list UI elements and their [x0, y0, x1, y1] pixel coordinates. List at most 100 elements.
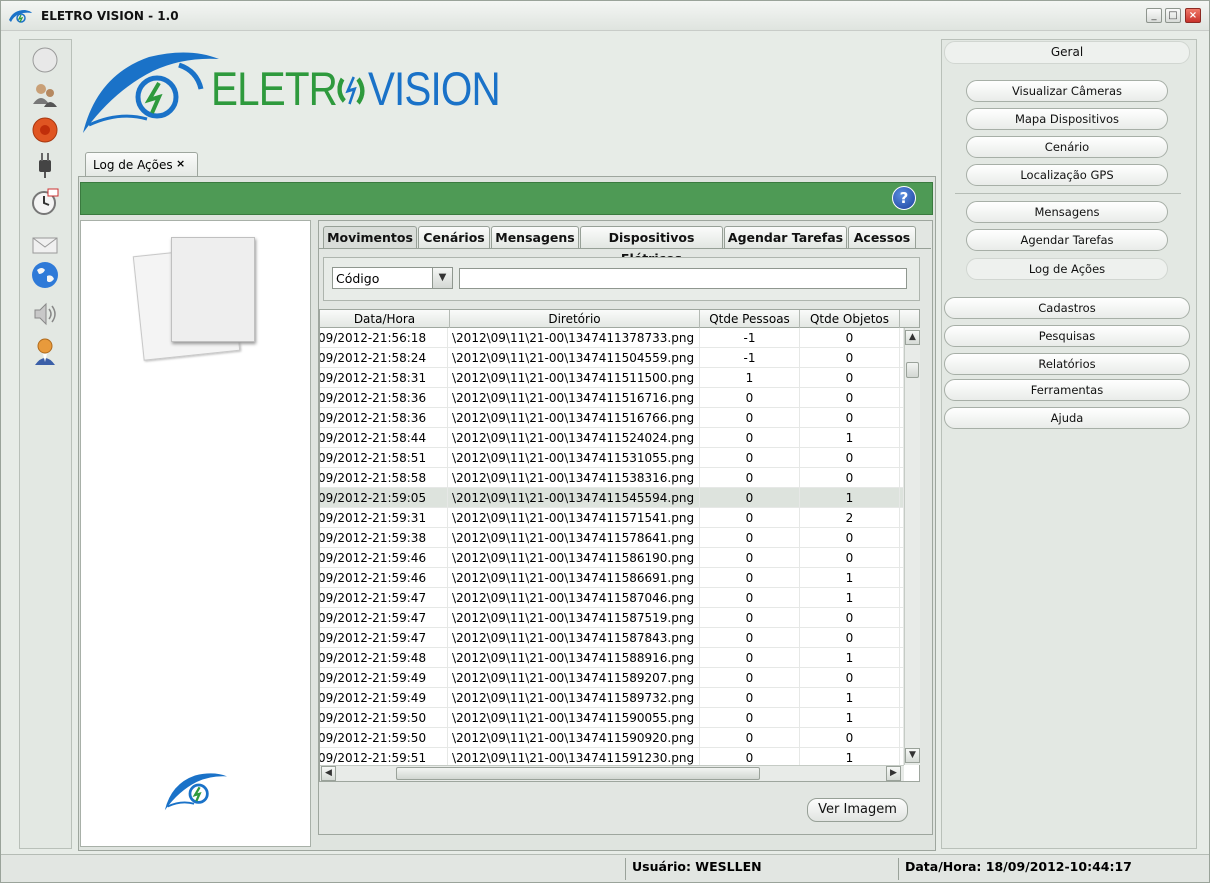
column-header-qtde-pessoas[interactable]: Qtde Pessoas — [700, 310, 800, 328]
table-row[interactable]: 09/2012-21:58:36 \2012\09\11\21-00\134741… — [320, 408, 904, 428]
horizontal-scroll-thumb[interactable] — [396, 767, 760, 780]
cell-datahora: 09/2012-21:58:36 — [320, 408, 448, 428]
cell-datahora: 09/2012-21:58:51 — [320, 448, 448, 468]
close-tab-icon[interactable]: × — [176, 157, 185, 170]
cell-datahora: 09/2012-21:59:49 — [320, 668, 448, 688]
table-row[interactable]: 09/2012-21:59:48 \2012\09\11\21-00\134741… — [320, 648, 904, 668]
nav-section-cadastros[interactable]: Cadastros — [944, 297, 1190, 319]
cell-datahora: 09/2012-21:59:47 — [320, 608, 448, 628]
tab-agendar-tarefas[interactable]: Agendar Tarefas — [724, 226, 847, 249]
minimize-button[interactable]: _ — [1146, 8, 1162, 23]
clock-icon[interactable] — [30, 186, 60, 216]
operator-icon[interactable] — [30, 336, 60, 366]
maximize-button[interactable]: □ — [1165, 8, 1181, 23]
tab-dispositivos-eletricos[interactable]: Dispositivos Elétricos — [580, 226, 723, 266]
cell-diretorio: \2012\09\11\21-00\1347411586691.png — [450, 568, 700, 588]
cell-qtde-objetos: 0 — [800, 468, 900, 488]
nav-item-mensagens[interactable]: Mensagens — [966, 201, 1168, 223]
cell-diretorio: \2012\09\11\21-00\1347411504559.png — [450, 348, 700, 368]
table-row[interactable]: 09/2012-21:58:51 \2012\09\11\21-00\134741… — [320, 448, 904, 468]
table-row[interactable]: 09/2012-21:58:36 \2012\09\11\21-00\134741… — [320, 388, 904, 408]
filter-value-input[interactable] — [459, 268, 907, 289]
cell-qtde-pessoas: 0 — [700, 728, 800, 748]
mail-icon[interactable] — [30, 230, 60, 260]
globe-icon[interactable] — [30, 260, 60, 290]
cell-qtde-objetos: 0 — [800, 728, 900, 748]
close-icon: × — [1188, 10, 1198, 21]
tab-acessos[interactable]: Acessos — [848, 226, 916, 249]
cell-qtde-pessoas: 0 — [700, 668, 800, 688]
help-icon[interactable]: ? — [892, 186, 916, 210]
table-row[interactable]: 09/2012-21:59:46 \2012\09\11\21-00\134741… — [320, 548, 904, 568]
table-row[interactable]: 09/2012-21:59:46 \2012\09\11\21-00\134741… — [320, 568, 904, 588]
cell-datahora: 09/2012-21:59:50 — [320, 728, 448, 748]
nav-item-mapa-dispositivos[interactable]: Mapa Dispositivos — [966, 108, 1168, 130]
tab-log-de-acoes[interactable]: Log de Ações × — [85, 152, 198, 177]
tab-cenarios[interactable]: Cenários — [418, 226, 490, 249]
cell-qtde-objetos: 0 — [800, 608, 900, 628]
tab-mensagens[interactable]: Mensagens — [491, 226, 579, 249]
vertical-scrollbar[interactable]: ▲ ▼ — [904, 328, 920, 765]
table-row[interactable]: 09/2012-21:58:58 \2012\09\11\21-00\134741… — [320, 468, 904, 488]
cell-datahora: 09/2012-21:59:49 — [320, 688, 448, 708]
users-icon[interactable] — [30, 80, 60, 110]
document-placeholder-icon — [171, 237, 255, 342]
close-button[interactable]: × — [1185, 8, 1201, 23]
table-row[interactable]: 09/2012-21:59:47 \2012\09\11\21-00\134741… — [320, 608, 904, 628]
table-row[interactable]: 09/2012-21:59:31 \2012\09\11\21-00\134741… — [320, 508, 904, 528]
circle-icon[interactable] — [30, 45, 60, 75]
scroll-right-icon[interactable]: ▶ — [886, 766, 901, 781]
cell-qtde-objetos: 0 — [800, 368, 900, 388]
nav-section-pesquisas[interactable]: Pesquisas — [944, 325, 1190, 347]
column-header-qtde-objetos[interactable]: Qtde Objetos — [800, 310, 900, 328]
table-row[interactable]: 09/2012-21:59:05 \2012\09\11\21-00\134741… — [320, 488, 904, 508]
chevron-down-icon[interactable]: ▼ — [432, 268, 452, 288]
tab-movimentos[interactable]: Movimentos — [323, 226, 417, 249]
ver-imagem-button[interactable]: Ver Imagem — [807, 798, 908, 822]
scroll-down-icon[interactable]: ▼ — [905, 748, 920, 763]
speaker-icon[interactable] — [30, 299, 60, 329]
vertical-scroll-thumb[interactable] — [906, 362, 919, 378]
table-row[interactable]: 09/2012-21:59:50 \2012\09\11\21-00\134741… — [320, 708, 904, 728]
table-row[interactable]: 09/2012-21:58:24 \2012\09\11\21-00\134741… — [320, 348, 904, 368]
table-row[interactable]: 09/2012-21:56:18 \2012\09\11\21-00\134741… — [320, 328, 904, 348]
cell-qtde-pessoas: 0 — [700, 688, 800, 708]
nav-item-cenario[interactable]: Cenário — [966, 136, 1168, 158]
table-row[interactable]: 09/2012-21:59:49 \2012\09\11\21-00\134741… — [320, 688, 904, 708]
filter-field-select[interactable]: Código ▼ — [332, 267, 453, 289]
right-navigation — [941, 39, 1197, 849]
scroll-left-icon[interactable]: ◀ — [321, 766, 336, 781]
nav-section-ajuda[interactable]: Ajuda — [944, 407, 1190, 429]
nav-item-agendar-tarefas[interactable]: Agendar Tarefas — [966, 229, 1168, 251]
table-row[interactable]: 09/2012-21:59:38 \2012\09\11\21-00\134741… — [320, 528, 904, 548]
minimize-icon: _ — [1151, 10, 1157, 21]
table-row[interactable]: 09/2012-21:59:50 \2012\09\11\21-00\134741… — [320, 728, 904, 748]
cell-qtde-objetos: 0 — [800, 388, 900, 408]
table-row[interactable]: 09/2012-21:59:49 \2012\09\11\21-00\134741… — [320, 668, 904, 688]
column-header-diretorio[interactable]: Diretório — [450, 310, 700, 328]
cell-diretorio: \2012\09\11\21-00\1347411590055.png — [450, 708, 700, 728]
cell-datahora: 09/2012-21:59:47 — [320, 628, 448, 648]
table-row[interactable]: 09/2012-21:59:47 \2012\09\11\21-00\134741… — [320, 588, 904, 608]
column-header-datahora[interactable]: Data/Hora — [320, 310, 450, 328]
cell-qtde-objetos: 0 — [800, 408, 900, 428]
nav-section-ferramentas[interactable]: Ferramentas — [944, 379, 1190, 401]
record-icon[interactable] — [30, 115, 60, 145]
table-row[interactable]: 09/2012-21:58:31 \2012\09\11\21-00\134741… — [320, 368, 904, 388]
nav-section-relatorios[interactable]: Relatórios — [944, 353, 1190, 375]
tab-label: Agendar Tarefas — [727, 230, 844, 245]
nav-divider — [955, 193, 1181, 194]
scroll-up-icon[interactable]: ▲ — [905, 330, 920, 345]
nav-section-geral[interactable]: Geral — [944, 41, 1190, 64]
cell-qtde-pessoas: 0 — [700, 548, 800, 568]
horizontal-scrollbar[interactable]: ◀ ▶ — [320, 765, 904, 781]
plug-icon[interactable] — [30, 150, 60, 180]
nav-item-log-de-acoes[interactable]: Log de Ações — [966, 258, 1168, 280]
nav-item-localizacao-gps[interactable]: Localização GPS — [966, 164, 1168, 186]
cell-qtde-pessoas: 0 — [700, 648, 800, 668]
table-row[interactable]: 09/2012-21:58:44 \2012\09\11\21-00\134741… — [320, 428, 904, 448]
cell-qtde-pessoas: 1 — [700, 368, 800, 388]
nav-item-visualizar-cameras[interactable]: Visualizar Câmeras — [966, 80, 1168, 102]
cell-qtde-pessoas: 0 — [700, 588, 800, 608]
table-row[interactable]: 09/2012-21:59:47 \2012\09\11\21-00\134741… — [320, 628, 904, 648]
